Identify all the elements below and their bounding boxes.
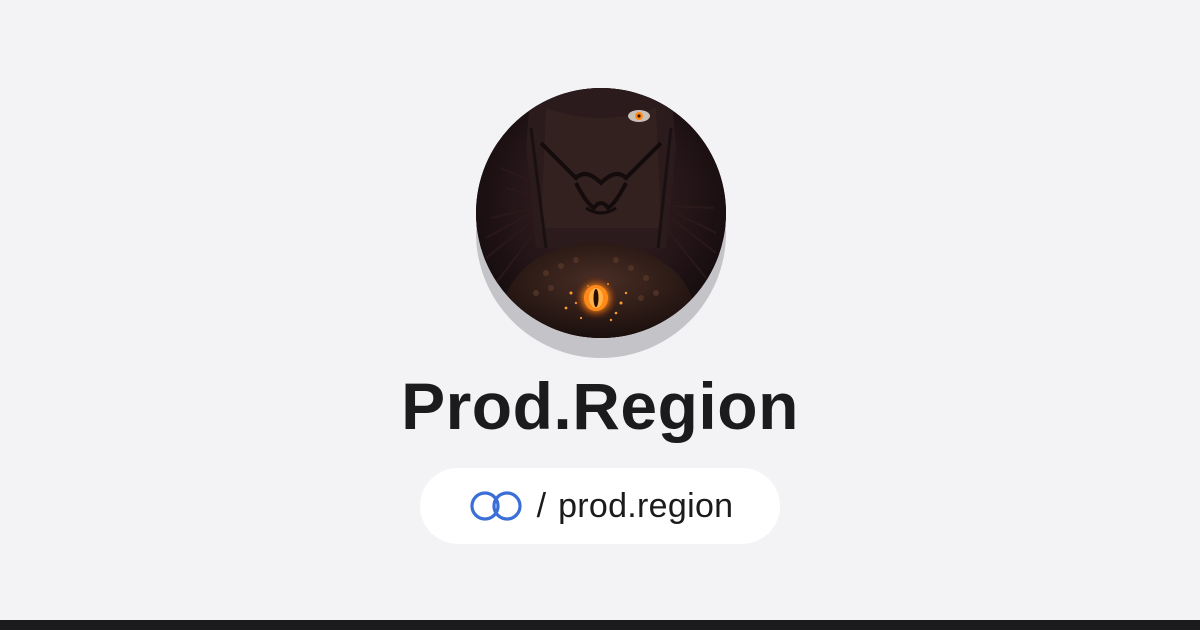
avatar-container <box>476 88 726 358</box>
avatar-image <box>476 88 726 338</box>
handle-link[interactable]: / prod.region <box>420 468 780 544</box>
handle-separator: / <box>536 487 547 525</box>
avatar <box>476 88 726 338</box>
profile-display-name: Prod.Region <box>401 369 799 443</box>
handle-username: prod.region <box>558 487 734 525</box>
linked-rings-icon <box>470 491 522 521</box>
bottom-bar <box>0 620 1200 630</box>
